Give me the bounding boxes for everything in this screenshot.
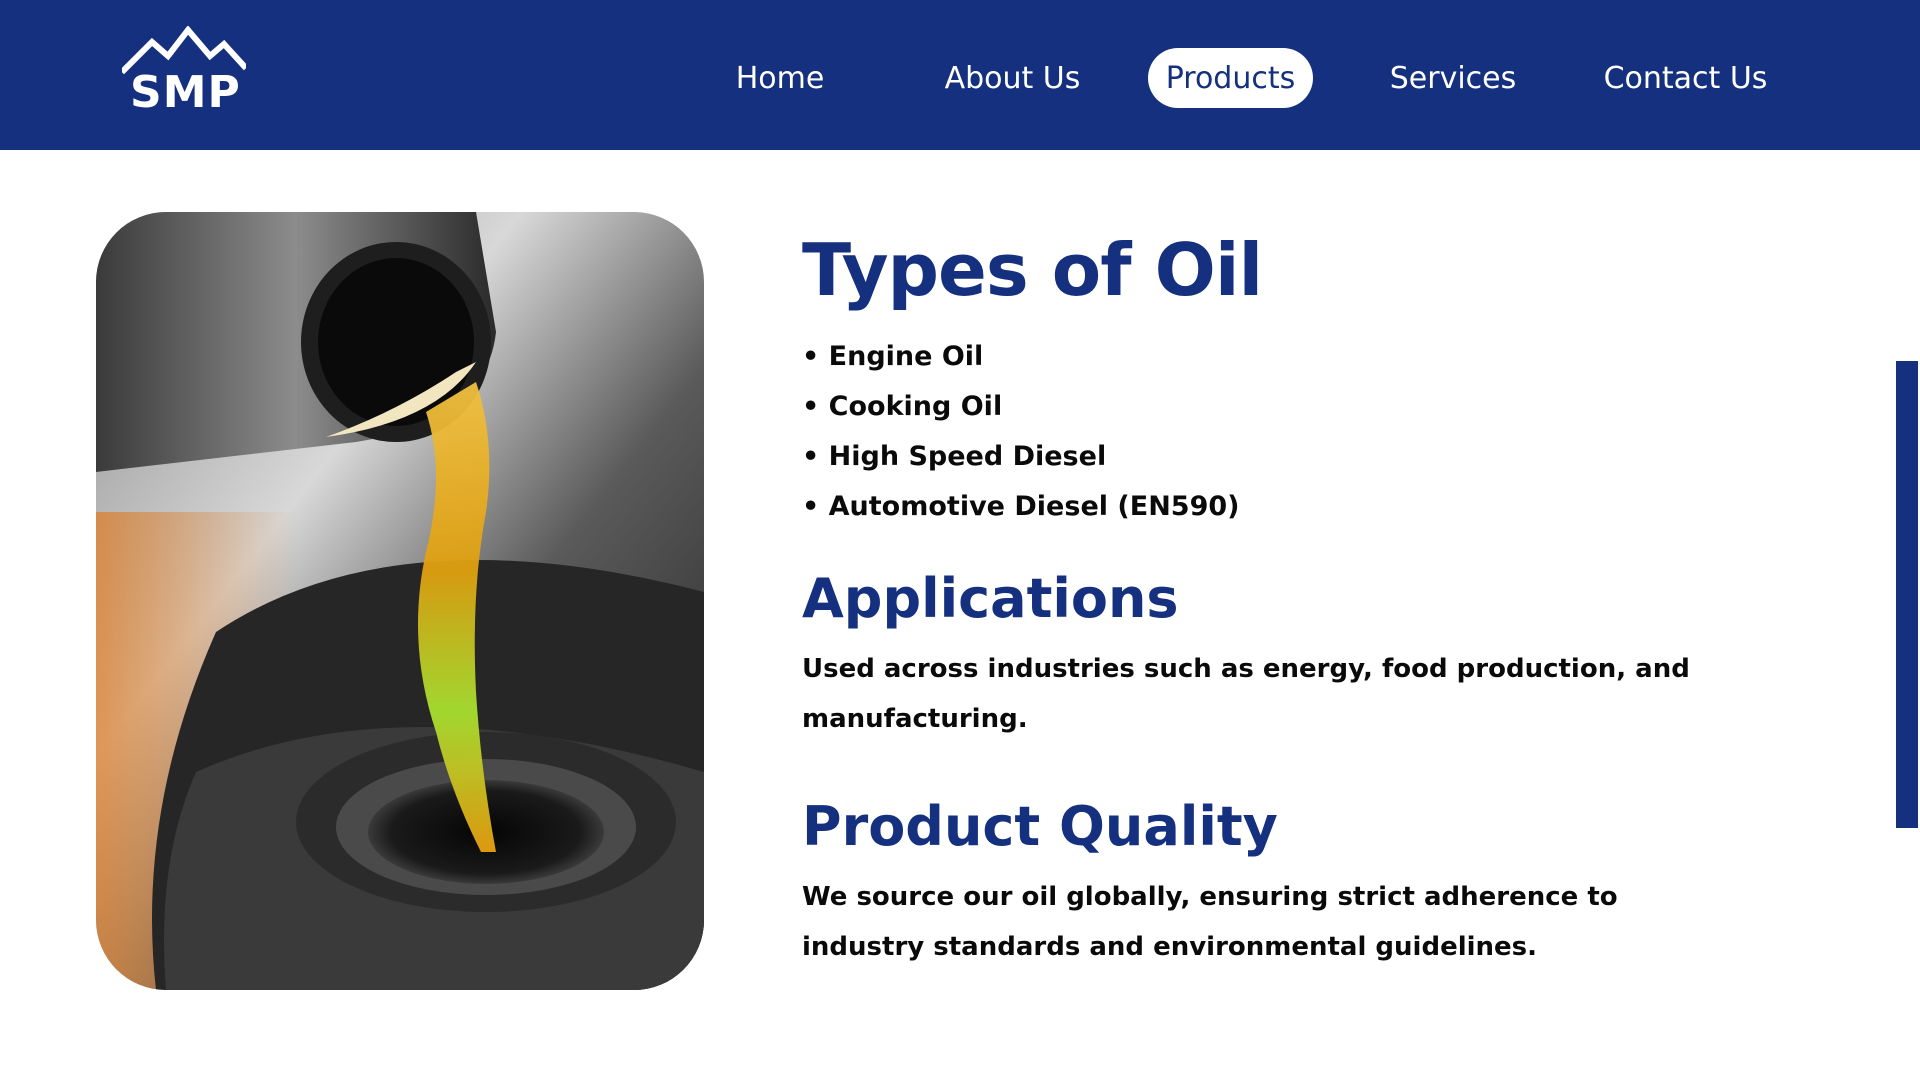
main-content: Types of Oil • Engine Oil • Cooking Oil … (802, 220, 1762, 972)
scroll-indicator[interactable] (1896, 361, 1918, 828)
site-header: SMP Home About Us Products Services Cont… (0, 0, 1920, 150)
nav-products[interactable]: Products (1148, 48, 1313, 108)
oil-types-list: • Engine Oil • Cooking Oil • High Speed … (802, 332, 1762, 532)
applications-text: Used across industries such as energy, f… (802, 654, 1690, 734)
nav-about-us[interactable]: About Us (930, 48, 1095, 108)
product-quality-text: We source our oil globally, ensuring str… (802, 882, 1618, 962)
list-item: • Engine Oil (802, 341, 984, 372)
smp-logo[interactable]: SMP (118, 26, 250, 118)
page-title: Types of Oil (802, 228, 1263, 312)
nav-contact-us[interactable]: Contact Us (1598, 48, 1773, 108)
list-item: • High Speed Diesel (802, 441, 1107, 472)
list-item: • Cooking Oil (802, 391, 1003, 422)
nav-home[interactable]: Home (720, 48, 840, 108)
applications-heading: Applications (802, 567, 1179, 630)
list-item: • Automotive Diesel (EN590) (802, 491, 1240, 522)
product-quality-heading: Product Quality (802, 795, 1278, 858)
logo-text: SMP (130, 67, 241, 118)
oil-pouring-image (96, 212, 704, 990)
nav-services[interactable]: Services (1378, 48, 1528, 108)
